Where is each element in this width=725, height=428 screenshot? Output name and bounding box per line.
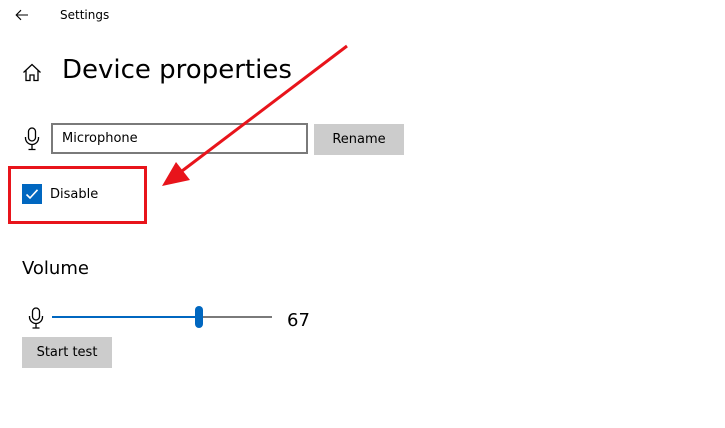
title-bar: Settings [0, 0, 725, 32]
checkmark-icon [25, 189, 39, 200]
start-test-button[interactable]: Start test [22, 337, 112, 368]
volume-slider[interactable] [52, 306, 272, 330]
app-title: Settings [60, 8, 110, 22]
slider-thumb[interactable] [195, 306, 203, 328]
disable-label: Disable [50, 186, 99, 202]
microphone-icon [24, 127, 40, 151]
home-icon [23, 63, 41, 81]
back-arrow-icon [15, 9, 28, 21]
rename-button[interactable]: Rename [314, 124, 404, 155]
volume-value: 67 [287, 310, 310, 331]
disable-checkbox-row[interactable]: Disable [22, 183, 98, 205]
back-button[interactable] [11, 4, 33, 26]
volume-section-title: Volume [22, 258, 89, 279]
disable-checkbox[interactable] [22, 184, 42, 204]
settings-window: Settings Device properties Rename Disabl… [0, 0, 725, 428]
home-button[interactable] [21, 61, 43, 83]
device-name-input[interactable] [51, 123, 308, 154]
page-title: Device properties [62, 55, 292, 85]
microphone-icon [28, 307, 44, 329]
slider-fill [52, 316, 199, 318]
